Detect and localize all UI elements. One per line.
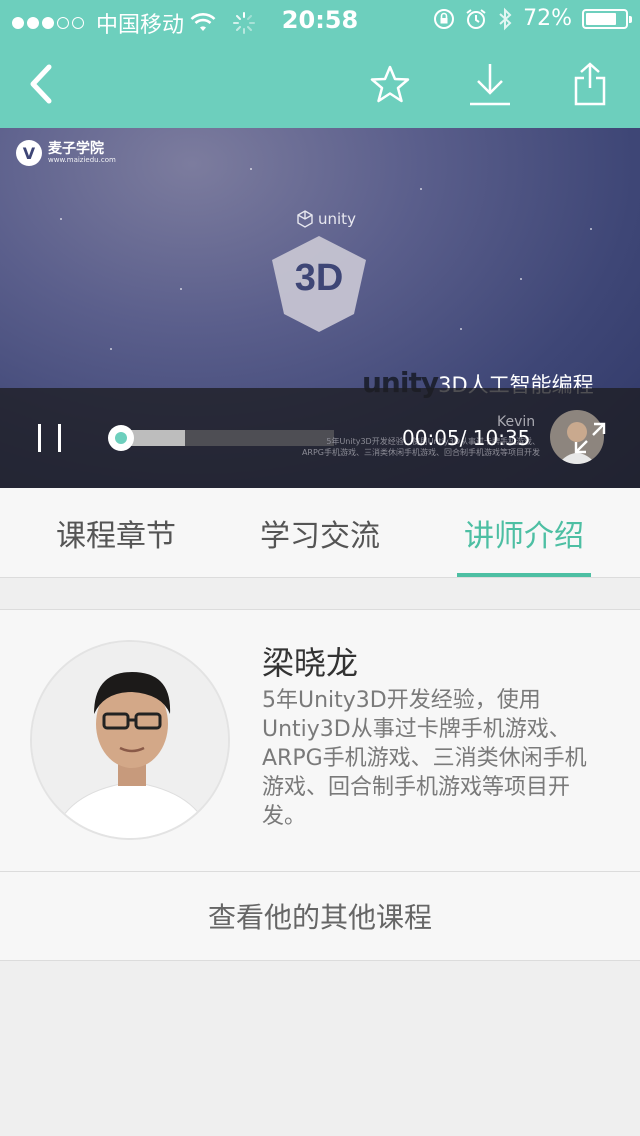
brand-logo-icon: V bbox=[16, 140, 42, 166]
back-icon bbox=[30, 64, 52, 104]
timecode: 00:05/ 10:35 bbox=[402, 426, 531, 450]
download-button[interactable] bbox=[466, 60, 514, 108]
status-right: 72% bbox=[433, 6, 632, 31]
view-other-courses-button[interactable]: 查看他的其他课程 bbox=[0, 872, 640, 960]
video-player[interactable]: V 麦子学院 www.maiziedu.com unity 3D unity3D… bbox=[0, 128, 640, 488]
nav-bar bbox=[0, 40, 640, 128]
sky-star bbox=[590, 228, 592, 230]
top-bar: 中国移动 20:58 72% bbox=[0, 0, 640, 128]
unity-logo-text: unity bbox=[318, 210, 356, 228]
fullscreen-button[interactable] bbox=[572, 420, 608, 456]
alarm-icon bbox=[466, 8, 486, 29]
pause-button[interactable] bbox=[38, 424, 64, 452]
tab-bar: 课程章节 学习交流 讲师介绍 bbox=[0, 488, 640, 578]
instructor-avatar bbox=[30, 640, 230, 840]
sky-star bbox=[460, 328, 462, 330]
total-time: 10:35 bbox=[472, 426, 531, 450]
player-controls: Kevin 5年Unity3D开发经验，使用Untiy3D从事过卡牌手机游戏、 … bbox=[0, 388, 640, 488]
instructor-card: 梁晓龙 5年Unity3D开发经验，使用Untiy3D从事过卡牌手机游戏、ARP… bbox=[0, 609, 640, 961]
instructor-name: 梁晓龙 bbox=[262, 644, 359, 682]
tab-instructor[interactable]: 讲师介绍 bbox=[440, 488, 608, 578]
sky-star bbox=[180, 288, 182, 290]
unity-logo: unity bbox=[296, 210, 356, 228]
sky-star bbox=[250, 168, 252, 170]
battery-icon bbox=[582, 8, 632, 29]
brand-watermark: V 麦子学院 www.maiziedu.com bbox=[16, 140, 116, 166]
brand-url: www.maiziedu.com bbox=[48, 155, 116, 164]
bluetooth-icon bbox=[499, 7, 512, 30]
3d-badge-icon: 3D bbox=[272, 236, 366, 332]
sky-star bbox=[60, 218, 62, 220]
badge-text: 3D bbox=[295, 257, 344, 299]
progress-knob[interactable] bbox=[108, 425, 134, 451]
share-button[interactable] bbox=[566, 60, 614, 108]
back-button[interactable] bbox=[18, 60, 66, 108]
instructor-bio: 5年Unity3D开发经验，使用Untiy3D从事过卡牌手机游戏、ARPG手机游… bbox=[262, 688, 587, 829]
fullscreen-icon bbox=[574, 422, 606, 454]
share-icon bbox=[574, 62, 606, 106]
battery-percent: 72% bbox=[523, 6, 572, 31]
sky-star bbox=[110, 348, 112, 350]
brand-name: 麦子学院 bbox=[48, 140, 104, 157]
sky-star bbox=[420, 188, 422, 190]
sky-star bbox=[520, 278, 522, 280]
star-icon bbox=[370, 65, 410, 103]
active-tab-indicator bbox=[457, 573, 591, 577]
tab-discussion[interactable]: 学习交流 bbox=[234, 488, 406, 578]
download-icon bbox=[470, 64, 510, 106]
rotation-lock-icon bbox=[434, 8, 455, 29]
favorite-button[interactable] bbox=[366, 60, 414, 108]
current-time: 00:05 bbox=[402, 426, 460, 450]
tab-chapters[interactable]: 课程章节 bbox=[30, 488, 202, 578]
unity-cube-icon bbox=[297, 210, 313, 228]
status-bar: 中国移动 20:58 72% bbox=[0, 0, 640, 40]
